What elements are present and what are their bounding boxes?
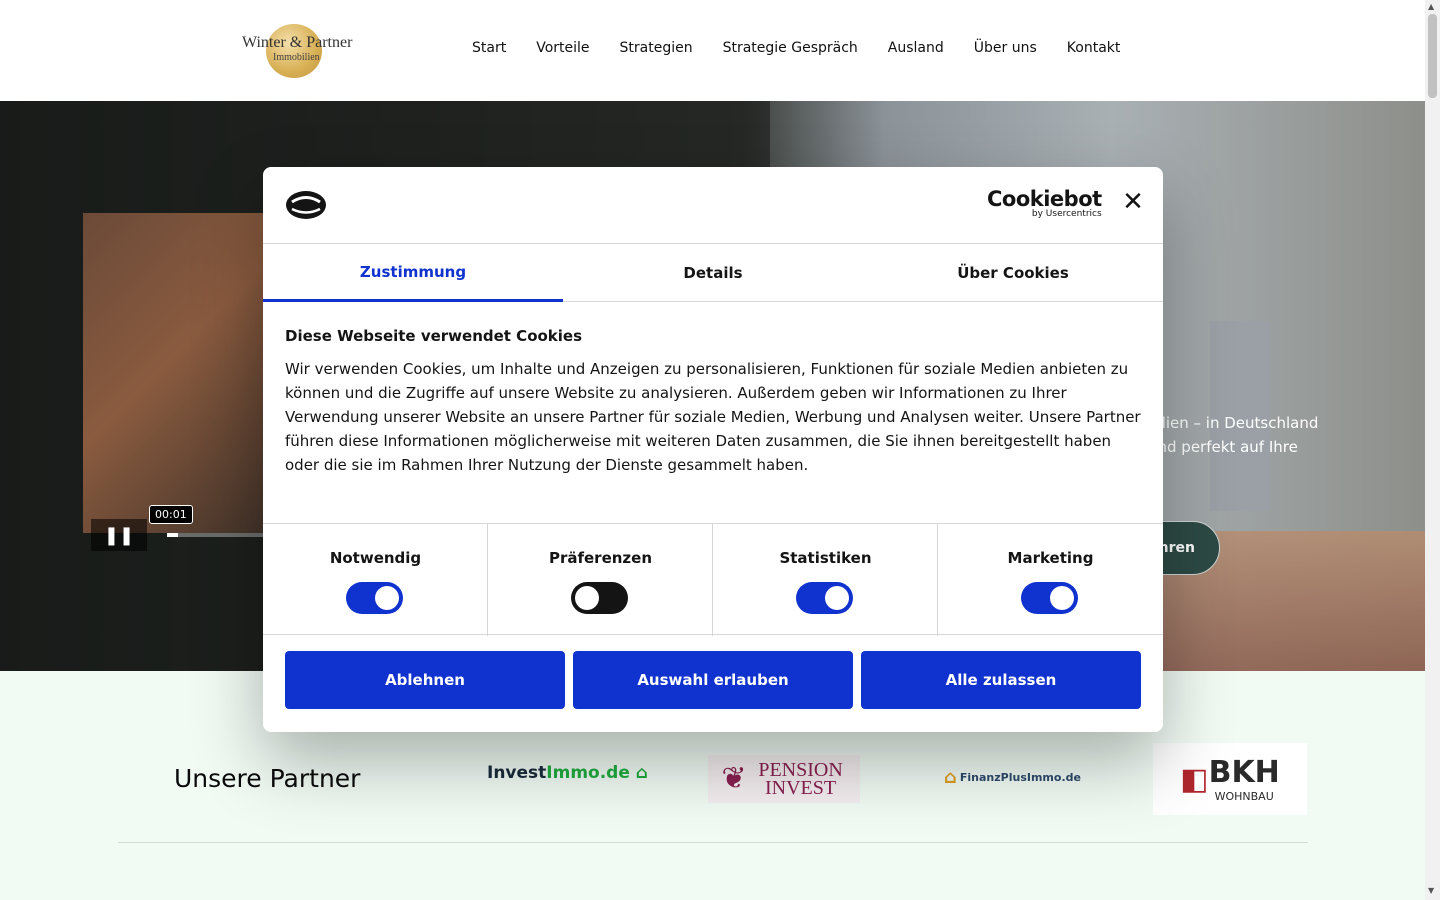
- decline-button[interactable]: Ablehnen: [285, 651, 565, 709]
- category-statistiken: Statistiken: [713, 524, 938, 636]
- scrollbar-thumb[interactable]: [1428, 14, 1437, 98]
- toggle-knob: [1050, 586, 1074, 610]
- toggle-knob: [375, 586, 399, 610]
- toggle-praeferenzen[interactable]: [571, 582, 628, 614]
- cookie-dialog: Cookiebot by Usercentrics ✕ Zustimmung D…: [263, 167, 1163, 732]
- tab-details[interactable]: Details: [563, 244, 863, 302]
- category-marketing: Marketing: [938, 524, 1163, 636]
- dialog-tabs: Zustimmung Details Über Cookies: [263, 244, 1163, 302]
- page-scrollbar[interactable]: ▲ ▼: [1425, 0, 1440, 900]
- dialog-buttons: Ablehnen Auswahl erlauben Alle zulassen: [285, 651, 1141, 709]
- category-praeferenzen: Präferenzen: [488, 524, 713, 636]
- tab-zustimmung[interactable]: Zustimmung: [263, 244, 563, 302]
- category-notwendig: Notwendig: [263, 524, 488, 636]
- category-label: Statistiken: [779, 549, 872, 567]
- toggle-statistiken[interactable]: [796, 582, 853, 614]
- scroll-down-icon[interactable]: ▼: [1428, 886, 1434, 895]
- dialog-header: Cookiebot by Usercentrics ✕: [263, 167, 1163, 244]
- toggle-knob: [575, 586, 599, 610]
- scroll-up-icon[interactable]: ▲: [1428, 2, 1434, 11]
- toggle-marketing[interactable]: [1021, 582, 1078, 614]
- cookiebot-brand[interactable]: Cookiebot by Usercentrics: [987, 187, 1102, 219]
- allow-selection-button[interactable]: Auswahl erlauben: [573, 651, 853, 709]
- tab-ueber-cookies[interactable]: Über Cookies: [863, 244, 1163, 302]
- allow-all-button[interactable]: Alle zulassen: [861, 651, 1141, 709]
- category-label: Notwendig: [329, 549, 422, 567]
- cookiebot-brand-name: Cookiebot: [987, 187, 1102, 211]
- close-icon[interactable]: ✕: [1121, 189, 1145, 215]
- dialog-title: Diese Webseite verwendet Cookies: [285, 327, 583, 345]
- dialog-text: Wir verwenden Cookies, um Inhalte und An…: [285, 360, 1141, 474]
- category-label: Präferenzen: [548, 549, 653, 567]
- dialog-body: Diese Webseite verwendet Cookies Wir ver…: [285, 327, 1145, 477]
- consent-categories: Notwendig Präferenzen Statistiken Market…: [263, 523, 1163, 636]
- toggle-notwendig[interactable]: [346, 582, 403, 614]
- cookiebot-logo-icon: [286, 191, 326, 219]
- category-label: Marketing: [1007, 549, 1094, 567]
- toggle-knob: [825, 586, 849, 610]
